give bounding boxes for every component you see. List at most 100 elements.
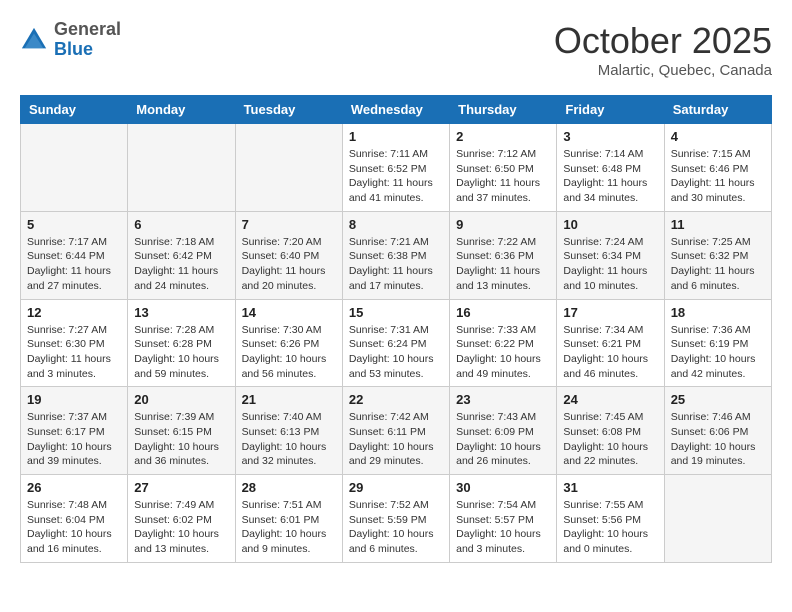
day-number: 14 bbox=[242, 305, 336, 320]
calendar-cell: 26Sunrise: 7:48 AMSunset: 6:04 PMDayligh… bbox=[21, 475, 128, 563]
month-title: October 2025 bbox=[554, 20, 772, 62]
day-number: 22 bbox=[349, 392, 443, 407]
day-info: Sunrise: 7:34 AMSunset: 6:21 PMDaylight:… bbox=[563, 323, 657, 382]
calendar-cell: 30 Sunrise: 7:54 AMSunset: 5:57 PMDayligh… bbox=[450, 475, 557, 563]
day-info: Sunrise: 7:39 AMSunset: 6:15 PMDaylight:… bbox=[134, 410, 228, 469]
location-subtitle: Malartic, Quebec, Canada bbox=[554, 62, 772, 79]
weekday-header-tuesday: Tuesday bbox=[235, 96, 342, 124]
calendar-cell: 18 Sunrise: 7:36 AMSunset: 6:19 PMDayligh… bbox=[664, 299, 771, 387]
day-info: Sunrise: 7:46 AMSunset: 6:06 PMDaylight:… bbox=[671, 410, 765, 469]
day-number: 16 bbox=[456, 305, 550, 320]
day-number: 31 bbox=[563, 480, 657, 495]
calendar-cell: 14 Sunrise: 7:30 AMSunset: 6:26 PMDayligh… bbox=[235, 299, 342, 387]
calendar-cell: 29Sunrise: 7:52 AMSunset: 5:59 PMDayligh… bbox=[342, 475, 449, 563]
day-number: 15 bbox=[349, 305, 443, 320]
day-info: Sunrise: 7:20 AMSunset: 6:40 PMDaylight:… bbox=[242, 235, 336, 294]
day-info: Sunrise: 7:15 AMSunset: 6:46 PMDaylight:… bbox=[671, 147, 765, 206]
day-info: Sunrise: 7:43 AMSunset: 6:09 PMDaylight:… bbox=[456, 410, 550, 469]
day-number: 5 bbox=[27, 217, 121, 232]
logo-icon bbox=[20, 26, 48, 54]
calendar-table: SundayMondayTuesdayWednesdayThursdayFrid… bbox=[20, 95, 772, 563]
day-info: Sunrise: 7:22 AMSunset: 6:36 PMDaylight:… bbox=[456, 235, 550, 294]
weekday-header-monday: Monday bbox=[128, 96, 235, 124]
day-info: Sunrise: 7:21 AMSunset: 6:38 PMDaylight:… bbox=[349, 235, 443, 294]
calendar-cell: 10 Sunrise: 7:24 AMSunset: 6:34 PMDayligh… bbox=[557, 211, 664, 299]
day-number: 26 bbox=[27, 480, 121, 495]
calendar-cell: 5 Sunrise: 7:17 AMSunset: 6:44 PMDaylight… bbox=[21, 211, 128, 299]
day-number: 11 bbox=[671, 217, 765, 232]
calendar-cell bbox=[128, 124, 235, 212]
day-number: 24 bbox=[563, 392, 657, 407]
day-number: 28 bbox=[242, 480, 336, 495]
title-block: October 2025 Malartic, Quebec, Canada bbox=[554, 20, 772, 79]
weekday-header-sunday: Sunday bbox=[21, 96, 128, 124]
calendar-cell: 3Sunrise: 7:14 AMSunset: 6:48 PMDaylight… bbox=[557, 124, 664, 212]
calendar-week-row: 26Sunrise: 7:48 AMSunset: 6:04 PMDayligh… bbox=[21, 475, 772, 563]
day-info: Sunrise: 7:11 AMSunset: 6:52 PMDaylight:… bbox=[349, 147, 443, 206]
day-info: Sunrise: 7:30 AMSunset: 6:26 PMDaylight:… bbox=[242, 323, 336, 382]
day-number: 13 bbox=[134, 305, 228, 320]
calendar-cell: 12 Sunrise: 7:27 AMSunset: 6:30 PMDayligh… bbox=[21, 299, 128, 387]
day-number: 20 bbox=[134, 392, 228, 407]
day-number: 27 bbox=[134, 480, 228, 495]
calendar-cell: 25 Sunrise: 7:46 AMSunset: 6:06 PMDayligh… bbox=[664, 387, 771, 475]
calendar-week-row: 5 Sunrise: 7:17 AMSunset: 6:44 PMDaylight… bbox=[21, 211, 772, 299]
day-info: Sunrise: 7:25 AMSunset: 6:32 PMDaylight:… bbox=[671, 235, 765, 294]
day-number: 29 bbox=[349, 480, 443, 495]
weekday-header-thursday: Thursday bbox=[450, 96, 557, 124]
day-number: 1 bbox=[349, 129, 443, 144]
calendar-cell: 13Sunrise: 7:28 AMSunset: 6:28 PMDayligh… bbox=[128, 299, 235, 387]
calendar-cell: 16 Sunrise: 7:33 AMSunset: 6:22 PMDayligh… bbox=[450, 299, 557, 387]
calendar-header: SundayMondayTuesdayWednesdayThursdayFrid… bbox=[21, 96, 772, 124]
day-info: Sunrise: 7:45 AMSunset: 6:08 PMDaylight:… bbox=[563, 410, 657, 469]
calendar-cell: 17Sunrise: 7:34 AMSunset: 6:21 PMDayligh… bbox=[557, 299, 664, 387]
day-info: Sunrise: 7:24 AMSunset: 6:34 PMDaylight:… bbox=[563, 235, 657, 294]
calendar-cell: 6 Sunrise: 7:18 AMSunset: 6:42 PMDaylight… bbox=[128, 211, 235, 299]
day-number: 4 bbox=[671, 129, 765, 144]
calendar-cell: 23Sunrise: 7:43 AMSunset: 6:09 PMDayligh… bbox=[450, 387, 557, 475]
day-number: 6 bbox=[134, 217, 228, 232]
day-info: Sunrise: 7:55 AMSunset: 5:56 PMDaylight:… bbox=[563, 498, 657, 557]
day-number: 18 bbox=[671, 305, 765, 320]
calendar-cell: 27 Sunrise: 7:49 AMSunset: 6:02 PMDayligh… bbox=[128, 475, 235, 563]
weekday-header-saturday: Saturday bbox=[664, 96, 771, 124]
calendar-cell: 1 Sunrise: 7:11 AMSunset: 6:52 PMDaylight… bbox=[342, 124, 449, 212]
calendar-cell: 28 Sunrise: 7:51 AMSunset: 6:01 PMDayligh… bbox=[235, 475, 342, 563]
calendar-body: 1 Sunrise: 7:11 AMSunset: 6:52 PMDaylight… bbox=[21, 124, 772, 563]
calendar-cell bbox=[21, 124, 128, 212]
day-number: 21 bbox=[242, 392, 336, 407]
calendar-cell: 4 Sunrise: 7:15 AMSunset: 6:46 PMDaylight… bbox=[664, 124, 771, 212]
weekday-header-row: SundayMondayTuesdayWednesdayThursdayFrid… bbox=[21, 96, 772, 124]
weekday-header-wednesday: Wednesday bbox=[342, 96, 449, 124]
calendar-cell bbox=[235, 124, 342, 212]
day-info: Sunrise: 7:18 AMSunset: 6:42 PMDaylight:… bbox=[134, 235, 228, 294]
logo-general-text: General bbox=[54, 19, 121, 39]
calendar-cell: 7 Sunrise: 7:20 AMSunset: 6:40 PMDaylight… bbox=[235, 211, 342, 299]
day-info: Sunrise: 7:54 AMSunset: 5:57 PMDaylight:… bbox=[456, 498, 550, 557]
day-number: 12 bbox=[27, 305, 121, 320]
calendar-cell: 15 Sunrise: 7:31 AMSunset: 6:24 PMDayligh… bbox=[342, 299, 449, 387]
day-number: 30 bbox=[456, 480, 550, 495]
calendar-week-row: 12 Sunrise: 7:27 AMSunset: 6:30 PMDayligh… bbox=[21, 299, 772, 387]
day-info: Sunrise: 7:17 AMSunset: 6:44 PMDaylight:… bbox=[27, 235, 121, 294]
day-info: Sunrise: 7:37 AMSunset: 6:17 PMDaylight:… bbox=[27, 410, 121, 469]
day-info: Sunrise: 7:33 AMSunset: 6:22 PMDaylight:… bbox=[456, 323, 550, 382]
day-number: 8 bbox=[349, 217, 443, 232]
calendar-cell: 11 Sunrise: 7:25 AMSunset: 6:32 PMDayligh… bbox=[664, 211, 771, 299]
calendar-cell: 20 Sunrise: 7:39 AMSunset: 6:15 PMDayligh… bbox=[128, 387, 235, 475]
calendar-cell: 21 Sunrise: 7:40 AMSunset: 6:13 PMDayligh… bbox=[235, 387, 342, 475]
day-number: 19 bbox=[27, 392, 121, 407]
day-info: Sunrise: 7:36 AMSunset: 6:19 PMDaylight:… bbox=[671, 323, 765, 382]
day-info: Sunrise: 7:49 AMSunset: 6:02 PMDaylight:… bbox=[134, 498, 228, 557]
logo: General Blue bbox=[20, 20, 121, 60]
day-info: Sunrise: 7:40 AMSunset: 6:13 PMDaylight:… bbox=[242, 410, 336, 469]
day-number: 10 bbox=[563, 217, 657, 232]
day-number: 25 bbox=[671, 392, 765, 407]
day-info: Sunrise: 7:51 AMSunset: 6:01 PMDaylight:… bbox=[242, 498, 336, 557]
calendar-cell: 2Sunrise: 7:12 AMSunset: 6:50 PMDaylight… bbox=[450, 124, 557, 212]
weekday-header-friday: Friday bbox=[557, 96, 664, 124]
day-info: Sunrise: 7:27 AMSunset: 6:30 PMDaylight:… bbox=[27, 323, 121, 382]
day-number: 7 bbox=[242, 217, 336, 232]
day-number: 9 bbox=[456, 217, 550, 232]
day-info: Sunrise: 7:31 AMSunset: 6:24 PMDaylight:… bbox=[349, 323, 443, 382]
